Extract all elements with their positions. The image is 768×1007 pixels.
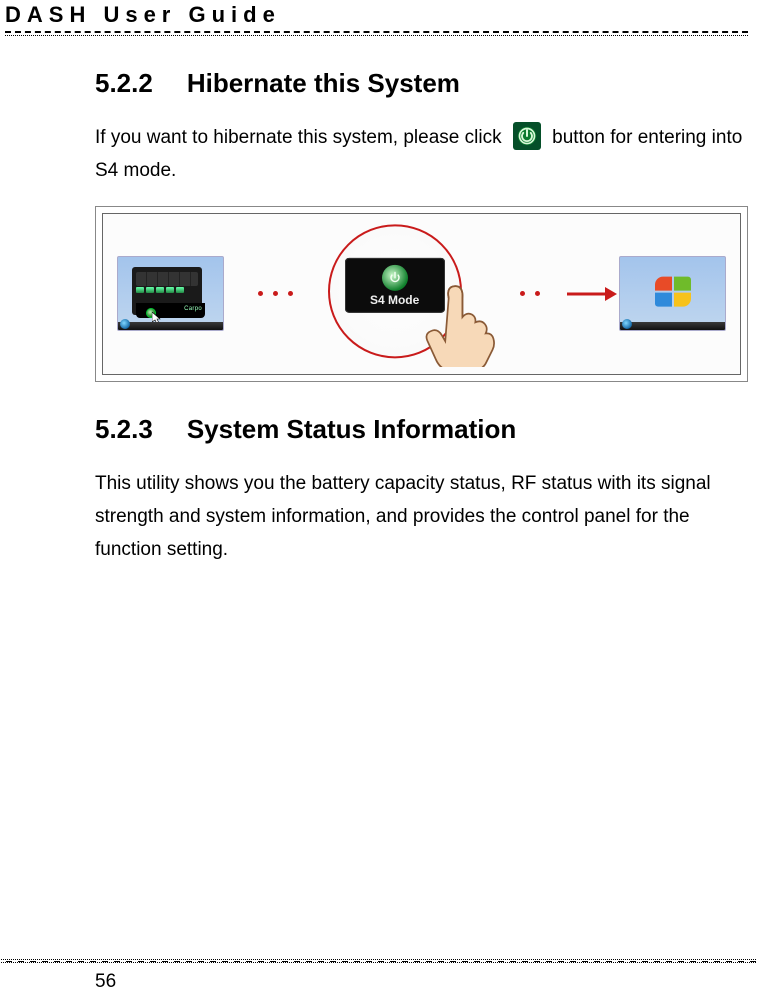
figure-left-thumbs [136, 287, 184, 293]
figure-left-desktop: Carpo [117, 256, 224, 331]
figure-s4-label: S4 Mode [370, 293, 419, 307]
figure-dotted-trail-left [224, 291, 328, 296]
figure-dotted-trail-right [498, 291, 563, 296]
windows-logo-icon [655, 276, 691, 306]
section-title: Hibernate this System [187, 68, 460, 98]
page: DASH User Guide 5.2.2 Hibernate this Syst… [0, 0, 768, 1007]
footer-rule [0, 959, 756, 963]
section-number: 5.2.2 [95, 68, 153, 99]
figure-right-desktop [619, 256, 726, 331]
page-number: 56 [95, 971, 116, 993]
power-icon [382, 265, 408, 291]
hibernate-text-a: If you want to hibernate this system, pl… [95, 127, 502, 148]
document-header: DASH User Guide [5, 0, 748, 28]
power-icon [513, 122, 541, 150]
section-number: 5.2.3 [95, 414, 153, 445]
figure-s4-tile: S4 Mode [345, 258, 445, 313]
section-heading-status: 5.2.3 System Status Information [95, 414, 748, 445]
figure-left-taskbar [118, 322, 223, 330]
figure-zoom-ring: S4 Mode [328, 224, 462, 358]
section-heading-hibernate: 5.2.2 Hibernate this System [95, 68, 748, 99]
figure-left-start-orb [120, 319, 130, 329]
status-paragraph: This utility shows you the battery capac… [95, 467, 748, 567]
figure-right-taskbar [620, 322, 725, 330]
arrow-right-icon [563, 285, 619, 303]
header-rule [5, 31, 748, 36]
section-title: System Status Information [187, 414, 516, 444]
hibernate-paragraph: If you want to hibernate this system, pl… [95, 121, 748, 188]
figure-frame-outer: Carpo [95, 206, 748, 382]
hibernate-figure: Carpo [102, 213, 741, 375]
figure-right-start-orb [622, 319, 632, 329]
figure-center-zoom: S4 Mode [328, 229, 498, 359]
